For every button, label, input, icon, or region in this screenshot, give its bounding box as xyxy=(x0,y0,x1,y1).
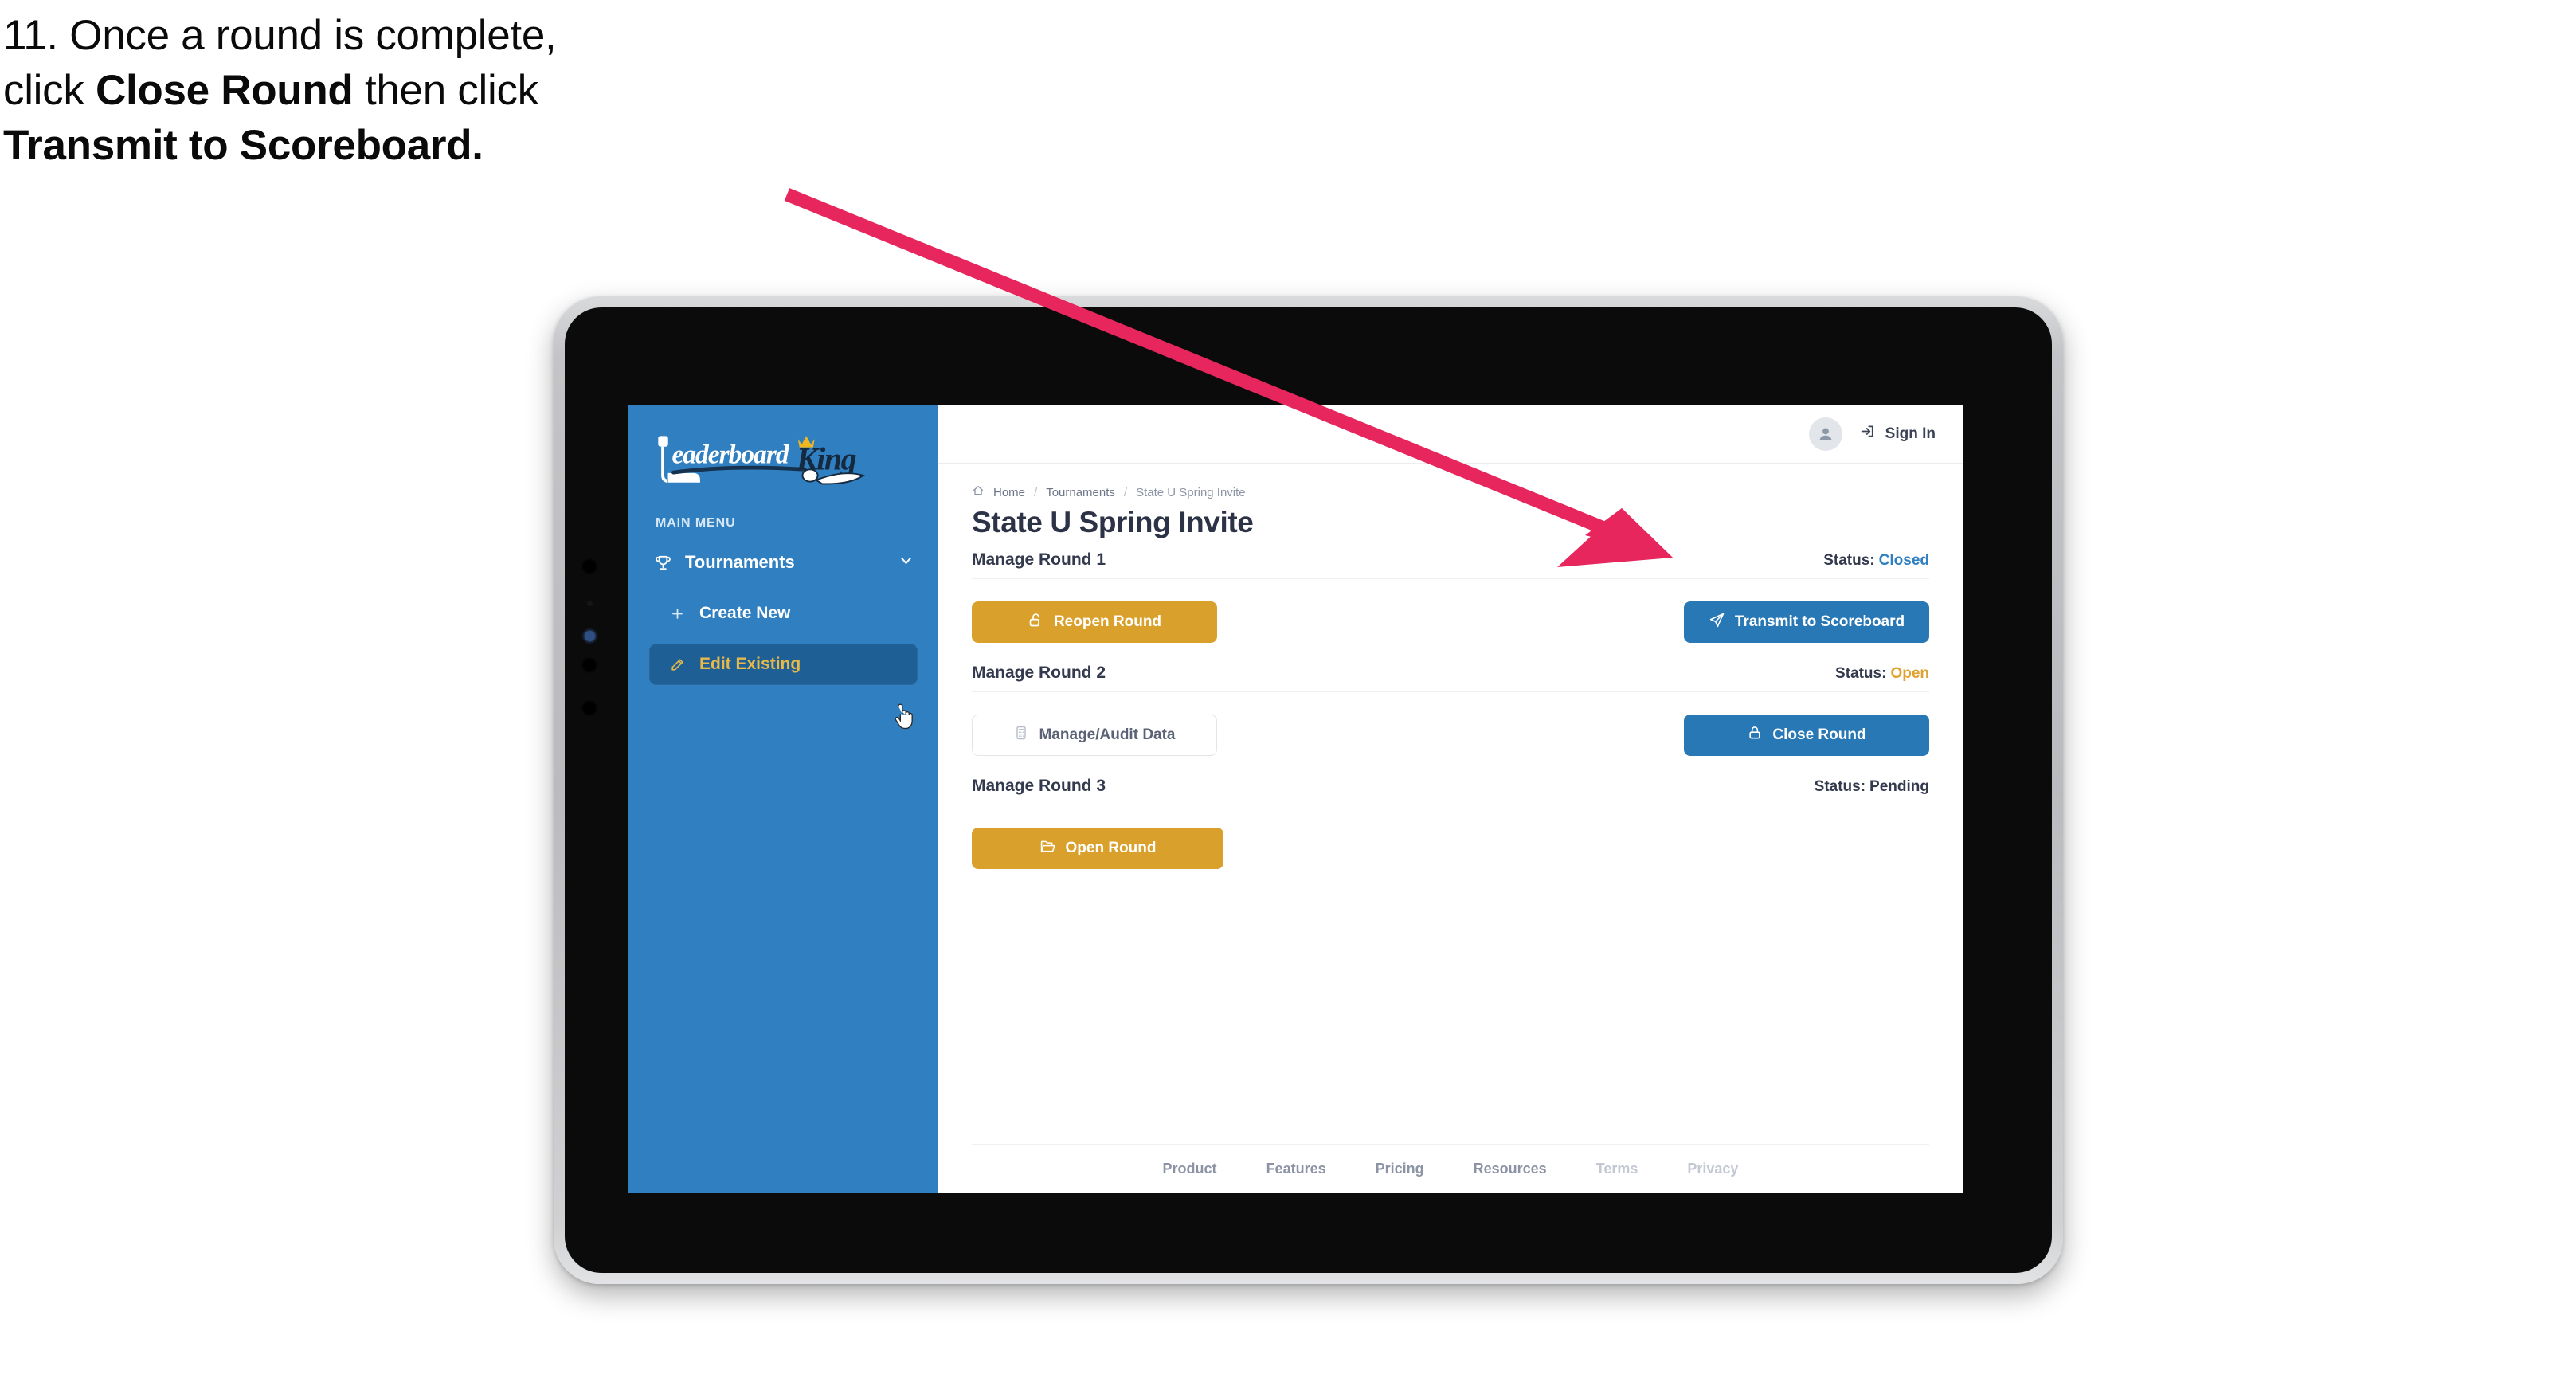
unlock-icon xyxy=(1028,612,1044,633)
sign-in-arrow-icon xyxy=(1860,423,1877,444)
close-round-label: Close Round xyxy=(1772,726,1866,743)
caption-line-2-suffix: then click xyxy=(353,67,538,114)
sidebar-item-label-tournaments: Tournaments xyxy=(685,552,795,572)
status-value-2: Open xyxy=(1890,665,1929,682)
screenshot-stage: 11. Once a round is complete, click Clos… xyxy=(0,0,2576,1386)
round-actions-2: Manage/Audit Data Close Round xyxy=(972,692,1929,765)
breadcrumb: Home / Tournaments / State U Spring Invi… xyxy=(972,484,1929,500)
top-bar: Sign In xyxy=(938,405,1963,464)
status-led-icon xyxy=(585,631,595,641)
tablet-device-frame: eaderboard King MAIN MENU Tournaments Cr… xyxy=(554,296,2063,1284)
status-label-1: Status: xyxy=(1823,552,1875,569)
sidebar: eaderboard King MAIN MENU Tournaments Cr… xyxy=(628,405,938,1193)
breadcrumb-separator: / xyxy=(1034,485,1038,499)
status-badge-1: Status: Closed xyxy=(1823,552,1929,570)
open-round-button[interactable]: Open Round xyxy=(972,828,1223,869)
tablet-body: eaderboard King MAIN MENU Tournaments Cr… xyxy=(565,307,2052,1273)
pencil-square-icon xyxy=(670,657,685,672)
sidebar-item-label-edit-existing: Edit Existing xyxy=(699,655,801,673)
footer-link-features[interactable]: Features xyxy=(1266,1161,1326,1177)
round-actions-1: Reopen Round Transmit to Scoreboard xyxy=(972,579,1929,652)
lock-icon xyxy=(1747,725,1763,746)
caption-line-3: Transmit to Scoreboard. xyxy=(3,124,895,166)
sidebar-item-edit-existing[interactable]: Edit Existing xyxy=(649,644,918,685)
breadcrumb-item-current: State U Spring Invite xyxy=(1136,485,1246,499)
paper-plane-icon xyxy=(1709,612,1725,633)
caption-line-2-bold: Close Round xyxy=(95,67,354,114)
sidebar-section-label: MAIN MENU xyxy=(656,516,736,530)
footer-link-product[interactable]: Product xyxy=(1163,1161,1217,1177)
round-title-1: Manage Round 1 xyxy=(972,550,1106,569)
footer-link-resources[interactable]: Resources xyxy=(1474,1161,1547,1177)
manage-audit-data-button[interactable]: Manage/Audit Data xyxy=(972,715,1217,756)
app-screen: eaderboard King MAIN MENU Tournaments Cr… xyxy=(628,405,1963,1193)
sidebar-item-label-create-new: Create New xyxy=(699,604,791,622)
reopen-round-button[interactable]: Reopen Round xyxy=(972,601,1217,643)
main-content: Sign In Home / Tournaments / State U Spr… xyxy=(938,405,1963,1193)
caption-line-1: 11. Once a round is complete, xyxy=(3,12,557,59)
caption-line-2-prefix: click xyxy=(3,67,96,114)
caption-line-3-bold: Transmit to Scoreboard. xyxy=(3,122,483,169)
status-label-2: Status: xyxy=(1835,665,1887,682)
round-header-2: Manage Round 2 Status: Open xyxy=(972,664,1929,692)
round-actions-3: Open Round xyxy=(972,805,1929,879)
sign-in-label: Sign In xyxy=(1885,425,1936,442)
round-block-3: Manage Round 3 Status: Pending Open Roun… xyxy=(972,777,1929,879)
camera-dot-icon xyxy=(581,558,598,575)
mic-dot-icon xyxy=(581,699,598,717)
calculator-icon xyxy=(1013,725,1029,746)
sign-in-button[interactable]: Sign In xyxy=(1860,423,1936,444)
app-logo[interactable]: eaderboard King xyxy=(628,405,938,499)
close-round-button[interactable]: Close Round xyxy=(1684,715,1929,756)
transmit-to-scoreboard-label: Transmit to Scoreboard xyxy=(1734,613,1905,630)
round-title-3: Manage Round 3 xyxy=(972,777,1106,795)
breadcrumb-item-tournaments[interactable]: Tournaments xyxy=(1046,486,1115,499)
speaker-dot-icon xyxy=(581,656,598,674)
avatar[interactable] xyxy=(1808,417,1842,451)
sensor-dot-icon xyxy=(587,601,593,606)
sidebar-item-tournaments[interactable]: Tournaments xyxy=(628,542,938,583)
breadcrumb-separator: / xyxy=(1123,485,1128,499)
status-value-3: Pending xyxy=(1869,778,1929,795)
manage-audit-data-label: Manage/Audit Data xyxy=(1039,726,1176,743)
round-block-2: Manage Round 2 Status: Open Manage/Audit… xyxy=(972,664,1929,765)
page-title: State U Spring Invite xyxy=(972,506,1254,538)
round-block-1: Manage Round 1 Status: Closed Reopen Rou… xyxy=(972,550,1929,652)
status-badge-3: Status: Pending xyxy=(1815,778,1929,796)
footer-link-terms[interactable]: Terms xyxy=(1596,1161,1638,1177)
instruction-caption: 11. Once a round is complete, click Clos… xyxy=(3,14,895,179)
open-round-label: Open Round xyxy=(1065,840,1157,856)
footer-link-privacy[interactable]: Privacy xyxy=(1687,1161,1738,1177)
folder-open-icon xyxy=(1039,838,1056,859)
round-title-2: Manage Round 2 xyxy=(972,664,1106,682)
footer-link-pricing[interactable]: Pricing xyxy=(1376,1161,1424,1177)
content-area: Home / Tournaments / State U Spring Invi… xyxy=(938,464,1963,1144)
plus-icon xyxy=(670,606,685,621)
status-value-1: Closed xyxy=(1878,552,1929,569)
reopen-round-label: Reopen Round xyxy=(1053,613,1162,630)
status-badge-2: Status: Open xyxy=(1835,665,1929,683)
breadcrumb-item-home[interactable]: Home xyxy=(993,486,1025,499)
round-header-3: Manage Round 3 Status: Pending xyxy=(972,777,1929,805)
home-icon[interactable] xyxy=(972,484,985,500)
mouse-cursor-pointer-icon xyxy=(891,703,915,730)
trophy-icon xyxy=(654,554,672,572)
status-label-3: Status: xyxy=(1814,778,1866,795)
caption-line-2: click Close Round then click xyxy=(3,69,895,112)
chevron-down-icon[interactable] xyxy=(898,552,914,574)
footer-nav: Product Features Pricing Resources Terms… xyxy=(972,1144,1929,1193)
transmit-to-scoreboard-button[interactable]: Transmit to Scoreboard xyxy=(1684,601,1929,643)
round-header-1: Manage Round 1 Status: Closed xyxy=(972,550,1929,579)
svg-text:eaderboard: eaderboard xyxy=(671,440,789,470)
leaderboard-king-logo-icon: eaderboard King xyxy=(658,436,865,485)
sidebar-item-create-new[interactable]: Create New xyxy=(649,593,918,634)
